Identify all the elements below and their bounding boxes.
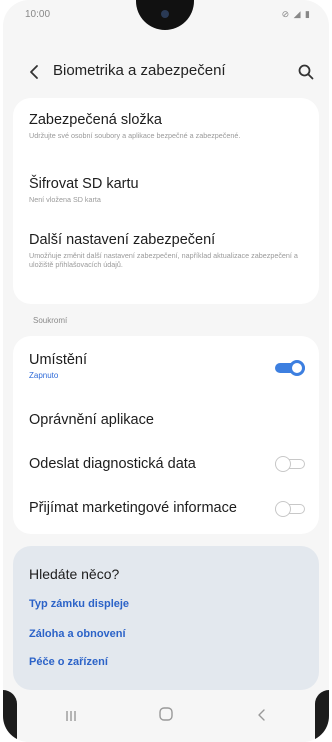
front-camera bbox=[161, 10, 169, 18]
status-time: 10:00 bbox=[25, 9, 51, 20]
app-permissions-item[interactable]: Oprávnění aplikace bbox=[29, 412, 313, 428]
location-title: Umístění bbox=[29, 352, 88, 368]
status-bar: 10:00 ⊘ ◢ ▮ bbox=[3, 0, 329, 30]
marketing-item[interactable]: Přijímat marketingové informace bbox=[29, 500, 313, 516]
location-status: Zapnuto bbox=[29, 371, 59, 380]
marketing-title: Přijímat marketingové informace bbox=[29, 500, 237, 516]
location-item[interactable]: Umístění Zapnuto bbox=[29, 352, 313, 380]
chevron-left-icon[interactable] bbox=[25, 62, 43, 82]
secure-folder-title: Zabezpečená složka bbox=[29, 112, 162, 128]
back-icon[interactable] bbox=[255, 706, 269, 724]
phone-screen: 10:00 ⊘ ◢ ▮ Biometrika a zabezpečení Zab… bbox=[3, 0, 329, 742]
encrypt-sd-subtitle: Není vložena SD karta bbox=[29, 195, 101, 204]
search-icon[interactable] bbox=[297, 63, 315, 81]
diagnostics-toggle[interactable] bbox=[275, 456, 305, 472]
suggestions-heading: Hledáte něco? bbox=[29, 566, 120, 582]
diagnostics-toggle-knob bbox=[275, 456, 291, 472]
encrypt-sd-item[interactable]: Šifrovat SD kartu Není vložena SD karta bbox=[29, 176, 313, 204]
suggestions-card: Hledáte něco? Typ zámku displeje Záloha … bbox=[13, 546, 319, 690]
other-security-subtitle: Umožňuje změnit další nastavení zabezpeč… bbox=[29, 251, 298, 269]
marketing-toggle-knob bbox=[275, 501, 291, 517]
location-toggle[interactable] bbox=[275, 360, 305, 376]
page-title: Biometrika a zabezpečení bbox=[53, 62, 226, 79]
diagnostics-item[interactable]: Odeslat diagnostická data bbox=[29, 456, 313, 472]
app-header: Biometrika a zabezpečení bbox=[3, 52, 329, 92]
diagnostics-title: Odeslat diagnostická data bbox=[29, 456, 196, 472]
bezel-corner-right bbox=[315, 690, 329, 742]
status-icons: ⊘ ◢ ▮ bbox=[281, 9, 311, 19]
security-card: Zabezpečená složka Udržujte své osobní s… bbox=[13, 98, 319, 304]
privacy-section-label: Soukromí bbox=[33, 316, 68, 325]
other-security-title: Další nastavení zabezpečení bbox=[29, 232, 216, 248]
recent-apps-icon[interactable] bbox=[61, 708, 81, 724]
location-toggle-knob bbox=[289, 360, 305, 376]
backup-restore-link[interactable]: Záloha a obnovení bbox=[29, 628, 126, 640]
secure-folder-subtitle: Udržujte své osobní soubory a aplikace b… bbox=[29, 131, 241, 140]
home-icon[interactable] bbox=[158, 706, 174, 722]
bezel-corner-left bbox=[3, 690, 17, 742]
camera-notch bbox=[136, 0, 194, 30]
privacy-card: Umístění Zapnuto Oprávnění aplikace Odes… bbox=[13, 336, 319, 534]
other-security-item[interactable]: Další nastavení zabezpečení Umožňuje změ… bbox=[29, 232, 313, 269]
screen-lock-type-link[interactable]: Typ zámku displeje bbox=[29, 598, 129, 610]
marketing-toggle[interactable] bbox=[275, 501, 305, 517]
navigation-bar bbox=[3, 690, 329, 742]
secure-folder-item[interactable]: Zabezpečená složka Udržujte své osobní s… bbox=[29, 112, 313, 140]
app-permissions-title: Oprávnění aplikace bbox=[29, 412, 154, 428]
encrypt-sd-title: Šifrovat SD kartu bbox=[29, 176, 139, 192]
device-care-link[interactable]: Péče o zařízení bbox=[29, 656, 108, 668]
